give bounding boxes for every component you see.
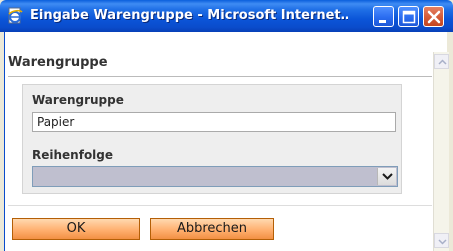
minimize-icon bbox=[379, 20, 386, 23]
scroll-down-button[interactable] bbox=[434, 233, 449, 248]
panel-header: Warengruppe bbox=[8, 52, 426, 74]
minimize-button[interactable] bbox=[373, 6, 394, 27]
cancel-button[interactable]: Abbrechen bbox=[150, 218, 274, 240]
reihenfolge-label: Reihenfolge bbox=[32, 148, 114, 162]
scroll-up-button[interactable] bbox=[434, 54, 449, 69]
footer-divider bbox=[8, 205, 432, 206]
window-title: Eingabe Warengruppe - Microsoft Internet… bbox=[30, 8, 348, 23]
close-icon bbox=[427, 10, 441, 24]
vertical-scrollbar[interactable] bbox=[433, 52, 449, 251]
browser-popup-window: Eingabe Warengruppe - Microsoft Internet… bbox=[0, 0, 453, 251]
ok-button[interactable]: OK bbox=[12, 218, 140, 240]
maximize-icon bbox=[402, 10, 416, 24]
header-divider bbox=[8, 76, 432, 77]
chevron-up-icon bbox=[438, 59, 447, 65]
ie-document-icon bbox=[6, 7, 24, 25]
chevron-down-icon bbox=[382, 173, 393, 180]
title-bar[interactable]: Eingabe Warengruppe - Microsoft Internet… bbox=[0, 0, 453, 32]
chevron-down-icon bbox=[438, 239, 447, 245]
warengruppe-label: Warengruppe bbox=[32, 93, 124, 107]
panel-title: Warengruppe bbox=[8, 55, 108, 70]
warengruppe-input[interactable]: Papier bbox=[32, 112, 396, 132]
dropdown-button[interactable] bbox=[377, 168, 396, 185]
close-button[interactable] bbox=[423, 6, 444, 27]
reihenfolge-select[interactable] bbox=[32, 166, 398, 187]
maximize-button[interactable] bbox=[398, 6, 419, 27]
